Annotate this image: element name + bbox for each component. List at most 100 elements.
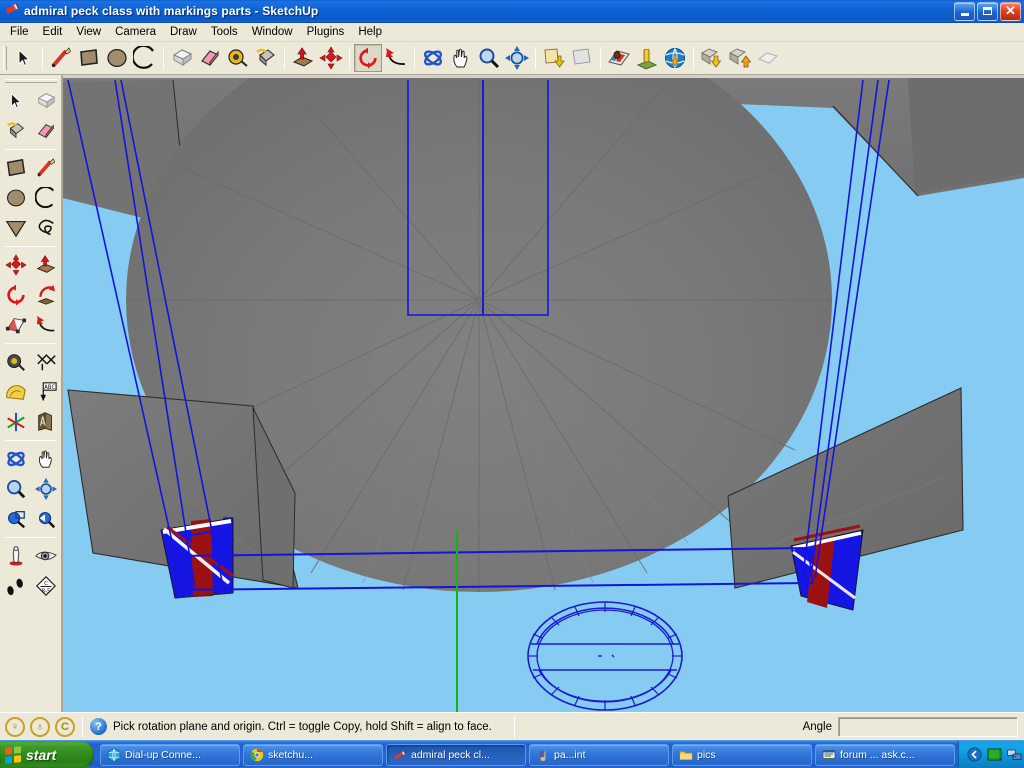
lt-axes-tool[interactable] [1,407,31,437]
left-toolbar-separator [5,537,56,538]
lt-eraser-tool[interactable] [31,116,61,146]
lt-zoom-window-tool[interactable] [1,504,31,534]
network-connection-icon[interactable] [1007,747,1022,762]
lt-look-around-tool[interactable] [31,541,61,571]
lt-position-camera-tool[interactable] [1,541,31,571]
lt-follow-me-tool[interactable] [31,280,61,310]
lt-move-tool[interactable] [1,250,31,280]
taskbar-item-dialup[interactable]: Dial-up Conne... [100,744,240,766]
lt-rotate-tool[interactable] [1,280,31,310]
lt-make-component-tool[interactable] [31,86,61,116]
toolbar-push-pull-tool[interactable] [289,44,317,72]
toolbar-share-model-button[interactable] [726,44,754,72]
toolbar-make-component-tool[interactable] [168,44,196,72]
toolbar-paint-bucket-tool[interactable] [252,44,280,72]
geo-location-button[interactable]: ♀ [5,717,25,737]
model-viewport[interactable] [63,78,1024,712]
toolbar-tape-measure-tool[interactable] [224,44,252,72]
lt-offset-tool[interactable] [31,310,61,340]
menu-draw[interactable]: Draw [163,24,204,40]
toolbar-previous-view-button[interactable] [540,44,568,72]
toolbar-follow-me-tool[interactable] [382,44,410,72]
lt-pan-tool[interactable] [31,444,61,474]
menu-edit[interactable]: Edit [36,24,70,40]
minimize-button[interactable] [954,2,975,21]
toolbar-rotate-tool[interactable] [354,44,382,72]
taskbar-item-label: pa...int [554,749,586,761]
claim-credit-button[interactable]: ♁ [30,717,50,737]
taskbar-item-forum[interactable]: forum ... ask.c... [815,744,955,766]
toolbar-pan-tool[interactable] [447,44,475,72]
lt-previous-view-tool[interactable] [31,504,61,534]
toolbar-components-browser-button[interactable] [633,44,661,72]
toolbar-zoom-extents-tool[interactable] [503,44,531,72]
toolbar-get-models-button[interactable] [698,44,726,72]
toolbar-eraser-tool[interactable] [196,44,224,72]
toolbar-line-tool[interactable] [47,44,75,72]
menu-view[interactable]: View [69,24,108,40]
lt-dimension-tool[interactable] [31,347,61,377]
lt-zoom-tool[interactable] [1,474,31,504]
toolbar-materials-browser-button[interactable] [605,44,633,72]
menu-window[interactable]: Window [245,24,300,40]
taskbar-item-paint[interactable]: pa...int [529,744,669,766]
menu-camera[interactable]: Camera [108,24,163,40]
sketchup-pencil-icon [4,3,20,19]
lt-orbit-tool[interactable] [1,444,31,474]
toolbar-circle-tool[interactable] [103,44,131,72]
vcb-label: Angle [803,721,838,733]
paint-icon [536,748,550,762]
taskbar-item-sketchup[interactable]: admiral peck cl... [386,744,526,766]
toolbar-arc-tool[interactable] [131,44,159,72]
toolbar-layers-button[interactable] [754,44,782,72]
close-button[interactable]: ✕ [1000,2,1021,21]
lt-walk-tool[interactable] [1,571,31,601]
menu-file[interactable]: File [3,24,36,40]
vcb-input[interactable] [838,717,1018,737]
lt-rectangle-tool[interactable] [1,153,31,183]
toolbar-rectangle-tool[interactable] [75,44,103,72]
lt-freehand-tool[interactable] [31,213,61,243]
lt-text-tool[interactable]: ABC [31,377,61,407]
lt-arc-tool[interactable] [31,183,61,213]
lt-line-tool[interactable] [31,153,61,183]
lt-zoom-extents-tool[interactable] [31,474,61,504]
lt-3d-text-tool[interactable] [31,407,61,437]
toolbar-3d-warehouse-button[interactable] [661,44,689,72]
lt-scale-tool[interactable] [1,310,31,340]
help-icon[interactable]: ? [90,718,107,735]
toolbar-next-view-button[interactable] [568,44,596,72]
menu-plugins[interactable]: Plugins [300,24,352,40]
status-divider-2 [514,716,515,738]
lt-protractor-tool[interactable] [1,377,31,407]
instructor-button[interactable]: C [55,717,75,737]
lt-polygon-tool[interactable] [1,213,31,243]
toolbar-zoom-tool[interactable] [475,44,503,72]
sketchup-application-window: admiral peck class with markings parts -… [0,0,1024,768]
menu-tools[interactable]: Tools [204,24,245,40]
menu-help[interactable]: Help [351,24,389,40]
display-icon[interactable] [987,747,1002,762]
taskbar-item-folder[interactable]: pics [672,744,812,766]
lt-section-plane-tool[interactable]: CR-5 [31,571,61,601]
left-toolbar-grip[interactable] [5,79,57,83]
show-hidden-icons-icon[interactable] [967,747,982,762]
svg-text:ABC: ABC [44,384,55,391]
taskbar-item-label: forum ... ask.c... [840,749,915,761]
toolbar-move-tool[interactable] [317,44,345,72]
chrome-icon [250,748,264,762]
taskbar-item-chrome[interactable]: sketchu... [243,744,383,766]
lt-paint-bucket-tool[interactable] [1,116,31,146]
lt-select-tool[interactable] [1,86,31,116]
toolbar-grip[interactable] [3,46,7,70]
maximize-button[interactable] [977,2,998,21]
status-divider [82,717,83,737]
window-title: admiral peck class with markings parts -… [24,4,318,18]
toolbar-orbit-tool[interactable] [419,44,447,72]
start-button[interactable]: start [0,742,94,768]
lt-circle-tool[interactable] [1,183,31,213]
model-canvas[interactable] [63,78,1024,712]
lt-push-pull-tool[interactable] [31,250,61,280]
lt-tape-measure-tool[interactable] [1,347,31,377]
toolbar-select-tool[interactable] [10,44,38,72]
